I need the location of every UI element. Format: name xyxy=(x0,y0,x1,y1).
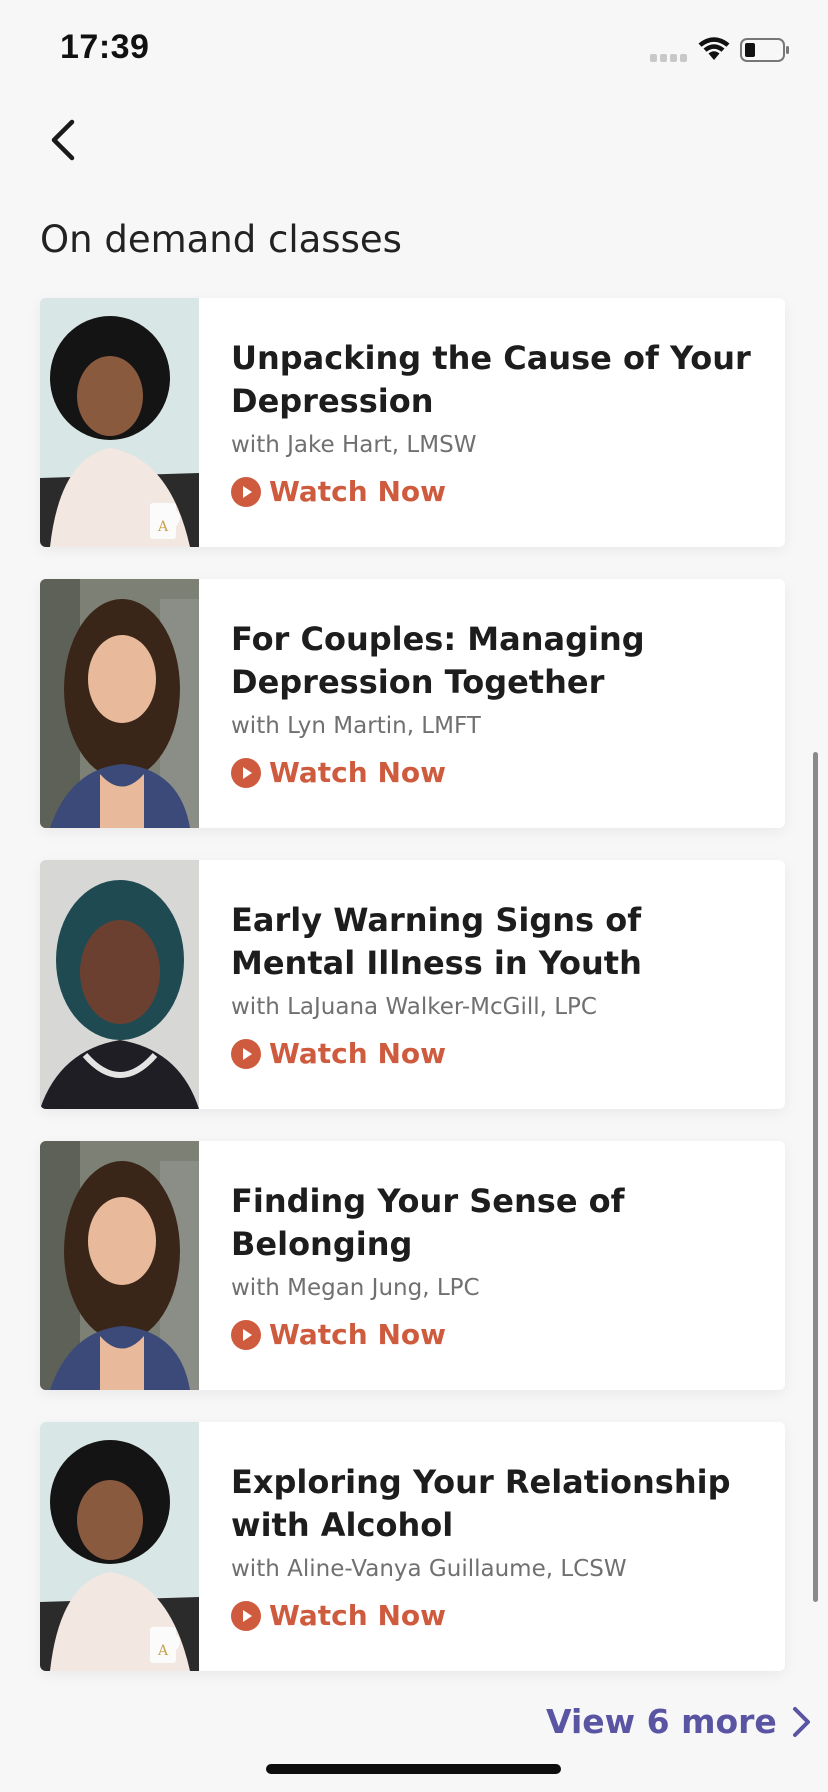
watch-now-label: Watch Now xyxy=(269,1037,446,1070)
instructor-photo: A xyxy=(40,298,199,547)
svg-text:A: A xyxy=(157,519,169,535)
home-indicator[interactable] xyxy=(266,1764,561,1774)
watch-now-label: Watch Now xyxy=(269,756,446,789)
chevron-left-icon xyxy=(51,119,75,161)
class-card[interactable]: Finding Your Sense of Belonging with Meg… xyxy=(40,1141,785,1390)
class-instructor: with LaJuana Walker-McGill, LPC xyxy=(231,994,597,1020)
svg-text:A: A xyxy=(157,1643,169,1659)
watch-now-label: Watch Now xyxy=(269,475,446,508)
class-info: Early Warning Signs of Mental Illness in… xyxy=(199,860,785,1109)
play-icon xyxy=(231,476,261,507)
class-card[interactable]: For Couples: Managing Depression Togethe… xyxy=(40,579,785,828)
status-time: 17:39 xyxy=(60,28,150,66)
watch-now-button[interactable]: Watch Now xyxy=(231,756,785,789)
instructor-photo xyxy=(40,579,199,828)
watch-now-button[interactable]: Watch Now xyxy=(231,1037,785,1070)
view-more-link[interactable]: View 6 more xyxy=(546,1702,813,1741)
status-bar: 17:39 xyxy=(0,0,828,100)
class-instructor: with Megan Jung, LPC xyxy=(231,1275,480,1301)
play-icon xyxy=(231,1038,261,1069)
class-instructor: with Aline-Vanya Guillaume, LCSW xyxy=(231,1556,627,1582)
watch-now-label: Watch Now xyxy=(269,1599,446,1632)
view-more-label: View 6 more xyxy=(546,1702,777,1741)
play-icon xyxy=(231,757,261,788)
class-title: Unpacking the Cause of Your Depression xyxy=(231,339,751,420)
battery-icon xyxy=(740,38,789,62)
instructor-photo xyxy=(40,860,199,1109)
class-info: For Couples: Managing Depression Togethe… xyxy=(199,579,785,828)
watch-now-button[interactable]: Watch Now xyxy=(231,1599,785,1632)
class-card[interactable]: A Unpacking the Cause of Your Depression… xyxy=(40,298,785,547)
chevron-right-icon xyxy=(792,1706,810,1737)
watch-now-button[interactable]: Watch Now xyxy=(231,475,785,508)
class-title: Finding Your Sense of Belonging xyxy=(231,1182,625,1263)
class-card[interactable]: A Exploring Your Relationship with Alcoh… xyxy=(40,1422,785,1671)
wifi-icon xyxy=(698,37,730,60)
watch-now-button[interactable]: Watch Now xyxy=(231,1318,785,1351)
class-info: Unpacking the Cause of Your Depression w… xyxy=(199,298,785,547)
class-list: A Unpacking the Cause of Your Depression… xyxy=(40,298,785,1703)
play-icon xyxy=(231,1319,261,1350)
screen: 17:39 On demand classes A Unpacking the … xyxy=(0,0,828,1792)
class-title: Early Warning Signs of Mental Illness in… xyxy=(231,901,642,982)
instructor-photo xyxy=(40,1141,199,1390)
play-icon xyxy=(231,1600,261,1631)
class-info: Exploring Your Relationship with Alcohol… xyxy=(199,1422,785,1671)
cellular-signal-icon xyxy=(650,52,690,62)
class-instructor: with Lyn Martin, LMFT xyxy=(231,713,481,739)
section-title: On demand classes xyxy=(40,218,402,261)
instructor-photo: A xyxy=(40,1422,199,1671)
class-title: For Couples: Managing Depression Togethe… xyxy=(231,620,645,701)
scrollbar[interactable] xyxy=(813,752,818,1602)
watch-now-label: Watch Now xyxy=(269,1318,446,1351)
class-info: Finding Your Sense of Belonging with Meg… xyxy=(199,1141,785,1390)
class-instructor: with Jake Hart, LMSW xyxy=(231,432,477,458)
class-card[interactable]: Early Warning Signs of Mental Illness in… xyxy=(40,860,785,1109)
class-title: Exploring Your Relationship with Alcohol xyxy=(231,1463,731,1544)
back-button[interactable] xyxy=(32,110,92,170)
